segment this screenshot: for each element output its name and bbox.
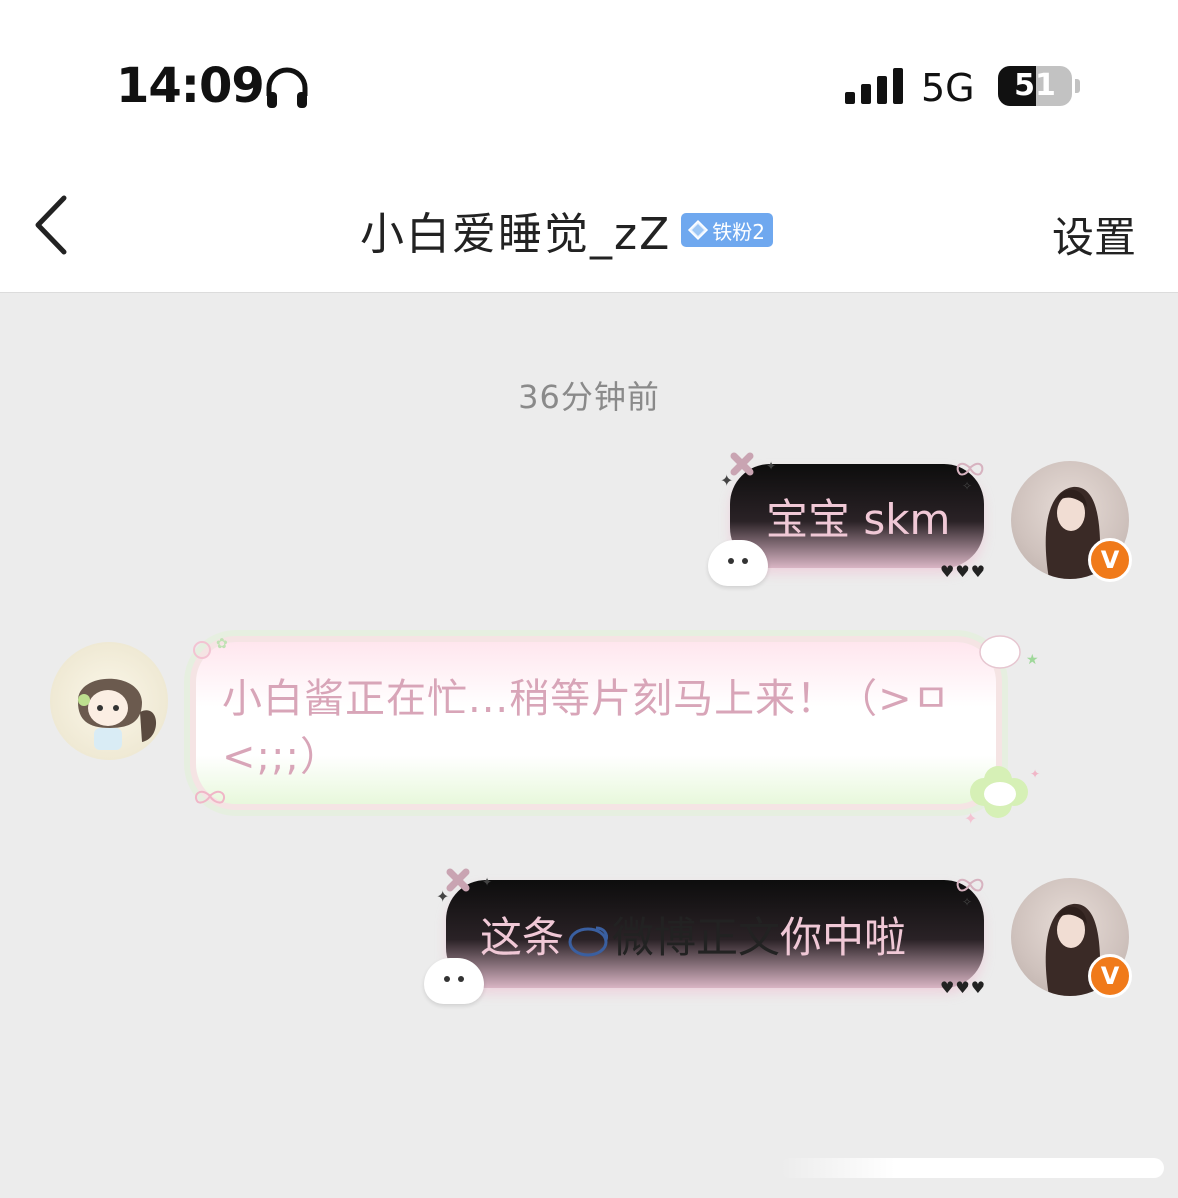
bow-icon: ✧ — [956, 462, 984, 493]
message-text-suffix: 你中啦 — [780, 912, 907, 962]
svg-text:✦: ✦ — [964, 809, 977, 828]
sparkle-cross-icon: ✦ ✦ — [720, 452, 776, 490]
home-indicator — [780, 1158, 1164, 1178]
back-button[interactable] — [24, 190, 84, 260]
svg-text:✦: ✦ — [1030, 767, 1040, 781]
message-text: 宝宝 skm — [766, 494, 951, 544]
svg-text:✦: ✦ — [720, 471, 733, 490]
settings-button[interactable]: 设置 — [1052, 204, 1136, 265]
svg-text:★: ★ — [1026, 652, 1039, 668]
svg-text:✧: ✧ — [962, 895, 972, 909]
message-text: 小白酱正在忙...稍等片刻马上来！（>ㅁ<;;;） — [222, 676, 951, 780]
avatar-portrait — [77, 678, 157, 750]
hearts-decoration: ♥♥♥ — [940, 978, 987, 997]
diamond-icon — [688, 219, 709, 241]
battery-cap — [1075, 79, 1080, 93]
hearts-decoration: ♥♥♥ — [940, 562, 987, 581]
svg-text:✧: ✧ — [962, 479, 972, 493]
status-time: 14:09 — [116, 58, 265, 114]
bunny-sticker — [708, 540, 768, 586]
page-title[interactable]: 小白爱睡觉_zZ — [360, 198, 671, 262]
weibo-post-link[interactable]: 微博正文 — [612, 913, 780, 962]
status-bar: 14:09 5G 51 — [0, 0, 1178, 160]
chat-header: 小白爱睡觉_zZ 铁粉2 设置 — [0, 160, 1178, 293]
sparkle-cross-icon: ✦ ✦ — [436, 868, 492, 906]
message-text-prefix: 这条 — [480, 912, 565, 962]
message-timestamp: 36分钟前 — [518, 378, 660, 416]
signal-bars-icon — [845, 68, 903, 104]
avatar-other[interactable] — [50, 642, 168, 760]
headphones-icon — [266, 67, 308, 108]
verified-badge: V — [1088, 954, 1132, 998]
bow-icon: ✧ — [956, 878, 984, 909]
bunny-head-icon: ★ — [979, 635, 1039, 669]
fan-badge[interactable]: 铁粉2 — [681, 213, 773, 247]
battery-icon: 51 — [998, 66, 1072, 106]
svg-text:✦: ✦ — [482, 875, 492, 889]
bunny-sticker — [424, 958, 484, 1004]
svg-text:✦: ✦ — [436, 887, 449, 906]
message-bubble-other[interactable]: 小白酱正在忙...稍等片刻马上来！（>ㅁ<;;;） — [196, 642, 996, 804]
svg-text:✿: ✿ — [216, 636, 228, 652]
network-type: 5G — [921, 66, 975, 110]
bow-icon — [194, 790, 226, 804]
title-group[interactable]: 小白爱睡觉_zZ 铁粉2 — [360, 198, 773, 262]
weibo-logo-icon — [568, 926, 608, 957]
battery-percent: 51 — [1014, 68, 1056, 103]
clover-sticker-icon: ✦ ✦ — [964, 766, 1040, 828]
verified-badge: V — [1088, 538, 1132, 582]
message-text: 这条 微博正文你中啦 — [480, 904, 906, 965]
message-bubble-self[interactable]: 这条 微博正文你中啦 — [446, 880, 984, 988]
svg-text:✦: ✦ — [766, 459, 776, 473]
flower-icon: ✿ — [193, 636, 228, 659]
fan-badge-label: 铁粉2 — [712, 219, 765, 244]
